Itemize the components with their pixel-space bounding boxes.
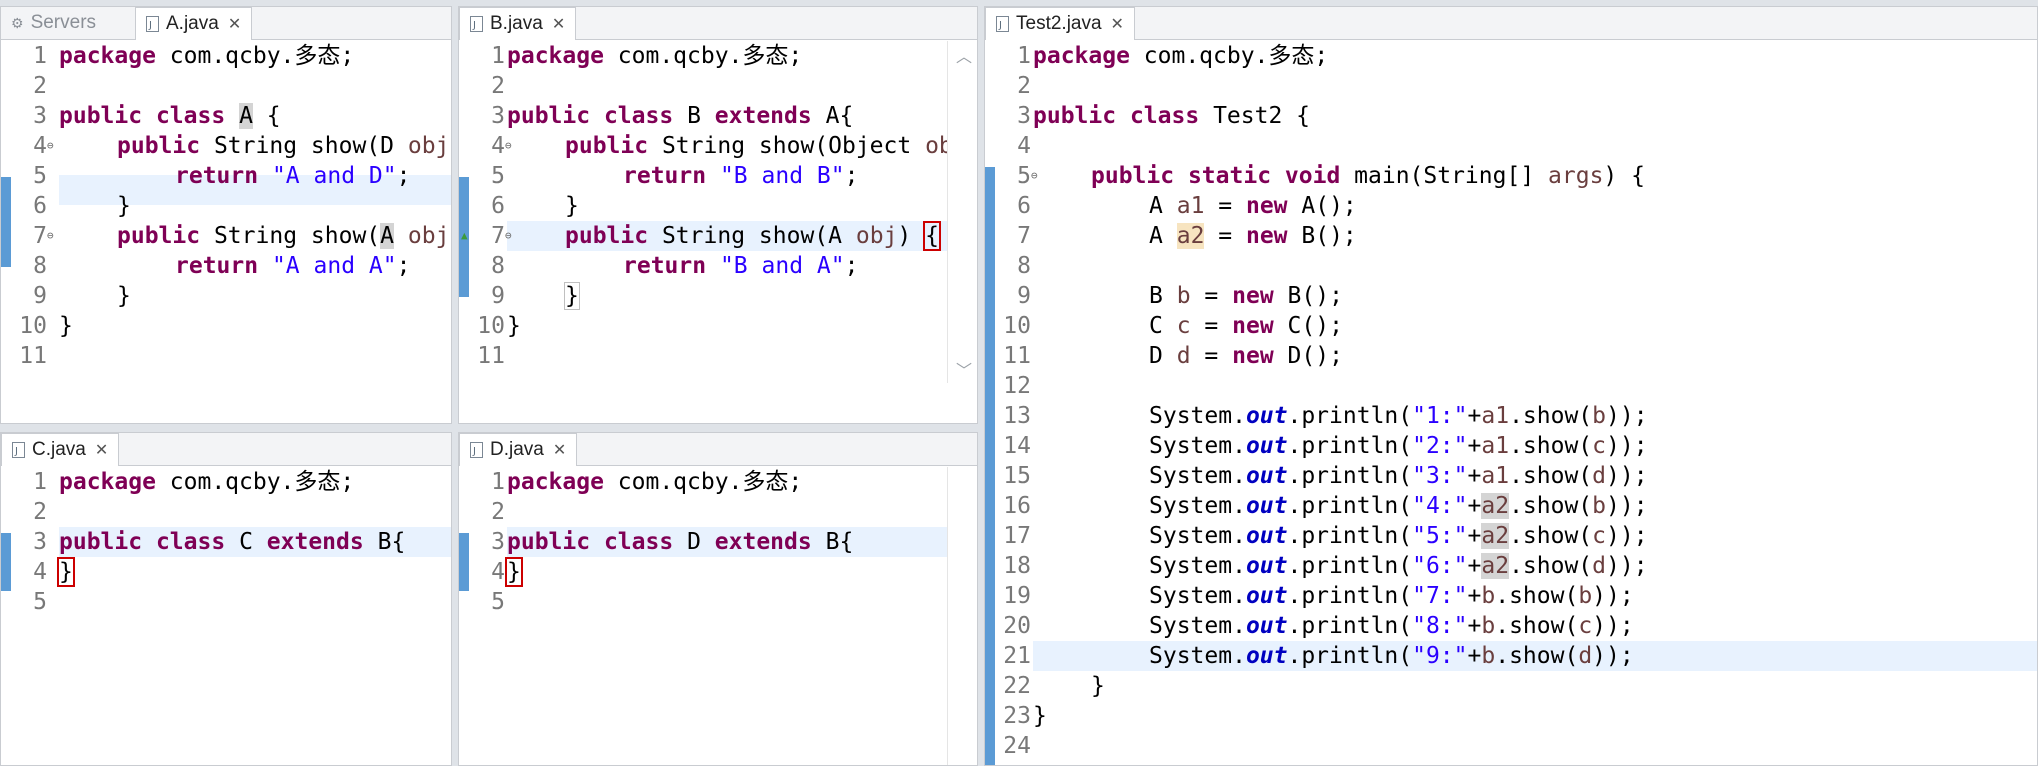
code-area[interactable]: 1 package com.qcby.多态; 2 3 public class A … <box>1 41 451 423</box>
change-marker <box>459 533 469 591</box>
scroll-down-icon[interactable]: ﹀ <box>956 357 972 381</box>
editor-pane-c: J C.java ✕ 1 package com.qcby.多态; 2 3 publ… <box>0 432 452 766</box>
tab-b-java[interactable]: J B.java ✕ <box>459 7 577 40</box>
editor-pane-b: J B.java ✕ 1 package com.qcby.多态; 2 3 publ… <box>458 6 978 424</box>
tab-label: Servers <box>30 12 97 33</box>
fold-icon: ⊖ <box>505 139 512 152</box>
fold-icon: ⊖ <box>47 229 54 242</box>
tab-label: B.java <box>490 13 543 34</box>
tab-bar: J C.java ✕ <box>1 433 451 466</box>
change-marker <box>1 177 11 267</box>
tab-bar: J D.java ✕ <box>459 433 977 466</box>
code-area[interactable]: 1 package com.qcby.多态; 2 3 public class D … <box>459 467 977 765</box>
tab-label: C.java <box>32 439 86 460</box>
code-area[interactable]: 1 package com.qcby.多态; 2 3 public class Te… <box>985 41 2037 765</box>
close-icon[interactable]: ✕ <box>1111 14 1124 34</box>
tab-d-java[interactable]: J D.java ✕ <box>459 433 578 466</box>
svg-text:J: J <box>14 446 18 457</box>
close-icon[interactable]: ✕ <box>552 14 565 34</box>
change-marker <box>1 533 11 591</box>
vertical-scrollbar[interactable] <box>947 467 976 765</box>
java-file-icon: J <box>470 16 483 32</box>
close-icon[interactable]: ✕ <box>95 440 108 460</box>
tab-a-java[interactable]: J A.java ✕ <box>135 7 253 40</box>
svg-text:J: J <box>472 20 476 31</box>
editor-pane-a: ⚙ Servers J A.java ✕ 1 package com.qcby.多… <box>0 6 452 424</box>
tab-label: D.java <box>490 439 544 460</box>
java-file-icon: J <box>996 16 1009 32</box>
scroll-up-icon[interactable]: ︿ <box>956 43 972 67</box>
override-marker-icon: ▲ <box>461 229 468 242</box>
tab-bar: ⚙ Servers J A.java ✕ <box>1 7 451 40</box>
close-icon[interactable]: ✕ <box>228 14 241 34</box>
svg-text:J: J <box>148 20 152 31</box>
java-file-icon: J <box>12 442 25 458</box>
fold-icon: ⊖ <box>505 229 512 242</box>
fold-icon: ⊖ <box>1031 169 1038 182</box>
tab-bar: J B.java ✕ <box>459 7 977 40</box>
fold-icon: ⊖ <box>47 139 54 152</box>
change-marker <box>985 167 995 765</box>
java-file-icon: J <box>146 16 159 32</box>
code-area[interactable]: 1 package com.qcby.多态; 2 3 public class B … <box>459 41 977 423</box>
tab-label: Test2.java <box>1016 13 1102 34</box>
editor-pane-test2: J Test2.java ✕ 1 package com.qcby.多态; 2 3… <box>984 6 2038 766</box>
tab-label: A.java <box>166 13 219 34</box>
svg-text:J: J <box>472 446 476 457</box>
code-area[interactable]: 1 package com.qcby.多态; 2 3 public class C … <box>1 467 451 765</box>
tab-bar: J Test2.java ✕ <box>985 7 2037 40</box>
servers-icon: ⚙ <box>11 14 24 31</box>
tab-servers[interactable]: ⚙ Servers <box>1 7 106 39</box>
editor-pane-d: J D.java ✕ 1 package com.qcby.多态; 2 3 publ… <box>458 432 978 766</box>
svg-text:J: J <box>998 20 1002 31</box>
tab-c-java[interactable]: J C.java ✕ <box>1 433 120 466</box>
close-icon[interactable]: ✕ <box>553 440 566 460</box>
vertical-scrollbar[interactable]: ︿ ﹀ <box>947 41 976 383</box>
java-file-icon: J <box>470 442 483 458</box>
tab-test2-java[interactable]: J Test2.java ✕ <box>985 7 1135 40</box>
